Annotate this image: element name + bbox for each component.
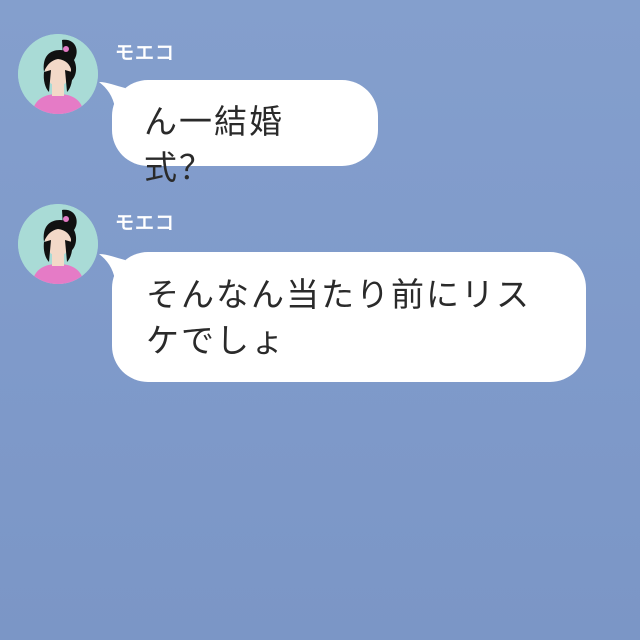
- woman-ponytail-icon: [18, 204, 98, 284]
- message-bubble[interactable]: ん一結婚式？: [112, 80, 378, 187]
- avatar[interactable]: [18, 34, 98, 114]
- message-bubble[interactable]: そんなん当たり前にリスケでしょ: [112, 252, 586, 382]
- message-row: モエコ そんなん当たり前にリスケでしょ: [0, 200, 640, 400]
- message-text: ん一結婚式？: [144, 102, 284, 187]
- message-row: モエコ ん一結婚式？: [0, 30, 640, 187]
- message-text: そんなん当たり前にリスケでしょ: [146, 275, 531, 360]
- woman-ponytail-icon: [18, 34, 98, 114]
- avatar[interactable]: [18, 204, 98, 284]
- sender-name: モエコ: [115, 42, 176, 64]
- sender-name: モエコ: [115, 212, 176, 234]
- chat-area[interactable]: モエコ ん一結婚式？ モエコ そんなん当たり前にリスケでしょ: [0, 0, 640, 640]
